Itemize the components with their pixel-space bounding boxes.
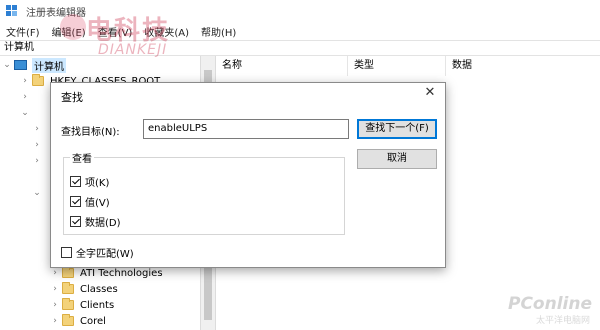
checkbox-checked-icon[interactable] — [70, 196, 81, 207]
menu-bar: 文件(F) 编辑(E) 查看(V) 收藏夹(A) 帮助(H) — [0, 22, 600, 40]
checkbox-checked-icon[interactable] — [70, 176, 81, 187]
tree-item-label: Classes — [80, 283, 118, 295]
checkbox-label: 全字匹配(W) — [76, 249, 134, 260]
checkbox-unchecked-icon[interactable] — [61, 247, 72, 258]
tree-item[interactable]: › — [32, 137, 42, 153]
chevron-right-icon[interactable]: › — [20, 92, 30, 102]
checkbox-label: 值(V) — [85, 198, 110, 209]
chevron-right-icon[interactable]: › — [50, 316, 60, 326]
tree-item-clients[interactable]: › Clients — [50, 297, 114, 313]
checkbox-label: 数据(D) — [85, 218, 121, 229]
tree-item[interactable]: › — [32, 121, 42, 137]
chevron-down-icon[interactable]: ⌄ — [32, 188, 42, 198]
group-title: 查看 — [70, 150, 94, 165]
tree-item[interactable]: ⌄ — [20, 105, 30, 121]
folder-icon — [62, 266, 74, 278]
title-bar: 注册表编辑器 — [0, 0, 600, 22]
column-header-type[interactable]: 类型 — [348, 56, 446, 76]
column-header-name[interactable]: 名称 — [216, 56, 348, 76]
chevron-right-icon[interactable]: › — [32, 156, 42, 166]
chevron-down-icon[interactable]: ⌄ — [20, 108, 30, 118]
look-at-group: 查看 项(K) 值(V) 数据(D) — [63, 150, 345, 235]
menu-file[interactable]: 文件(F) — [0, 24, 46, 39]
tree-item-label: 计算机 — [32, 57, 66, 73]
checkbox-values[interactable]: 值(V) — [70, 194, 110, 209]
menu-help[interactable]: 帮助(H) — [195, 24, 242, 39]
folder-icon — [62, 314, 74, 326]
chevron-down-icon[interactable]: ⌄ — [2, 60, 12, 70]
checkbox-checked-icon[interactable] — [70, 216, 81, 227]
folder-icon — [62, 282, 74, 294]
chevron-right-icon[interactable]: › — [20, 76, 30, 86]
close-icon[interactable]: ✕ — [423, 86, 437, 100]
chevron-right-icon[interactable]: › — [50, 284, 60, 294]
tree-item-label: Clients — [80, 299, 115, 311]
chevron-right-icon[interactable]: › — [50, 300, 60, 310]
folder-icon — [32, 74, 44, 86]
menu-edit[interactable]: 编辑(E) — [46, 24, 92, 39]
folder-icon — [62, 298, 74, 310]
window-title: 注册表编辑器 — [26, 7, 86, 19]
menu-favorites[interactable]: 收藏夹(A) — [138, 24, 195, 39]
tree-item[interactable]: › — [20, 89, 30, 105]
chevron-right-icon[interactable]: › — [50, 268, 60, 278]
tree-item-label: ATI Technologies — [80, 267, 163, 279]
find-dialog: 查找 ✕ 查找目标(N): enableULPS 查找下一个(F) 取消 查看 … — [50, 82, 446, 268]
watermark-pconline-sub: 太平洋电脑网 — [535, 316, 590, 326]
tree-item[interactable]: › — [32, 153, 42, 169]
dialog-title: 查找 — [61, 91, 83, 104]
tree-item-computer[interactable]: ⌄ 计算机 — [2, 57, 66, 73]
cancel-button[interactable]: 取消 — [357, 149, 437, 169]
checkbox-keys[interactable]: 项(K) — [70, 174, 109, 189]
checkbox-data[interactable]: 数据(D) — [70, 214, 121, 229]
checkbox-label: 项(K) — [85, 178, 110, 189]
tree-item-corel[interactable]: › Corel — [50, 313, 106, 329]
find-input[interactable]: enableULPS — [143, 119, 349, 139]
column-header-data[interactable]: 数据 — [446, 56, 600, 76]
watermark-pconline: PConline — [507, 294, 592, 314]
menu-view[interactable]: 查看(V) — [92, 24, 139, 39]
find-next-button[interactable]: 查找下一个(F) — [357, 119, 437, 139]
checkbox-match-whole[interactable]: 全字匹配(W) — [61, 245, 134, 260]
chevron-right-icon[interactable]: › — [32, 124, 42, 134]
computer-icon — [14, 60, 27, 70]
address-bar[interactable]: 计算机 — [0, 40, 600, 56]
tree-item-label: Corel — [80, 315, 106, 327]
tree-item[interactable]: ⌄ — [32, 185, 42, 201]
find-label: 查找目标(N): — [61, 127, 120, 138]
tree-item-classes[interactable]: › Classes — [50, 281, 118, 297]
regedit-app-icon — [6, 5, 18, 17]
chevron-right-icon[interactable]: › — [32, 140, 42, 150]
